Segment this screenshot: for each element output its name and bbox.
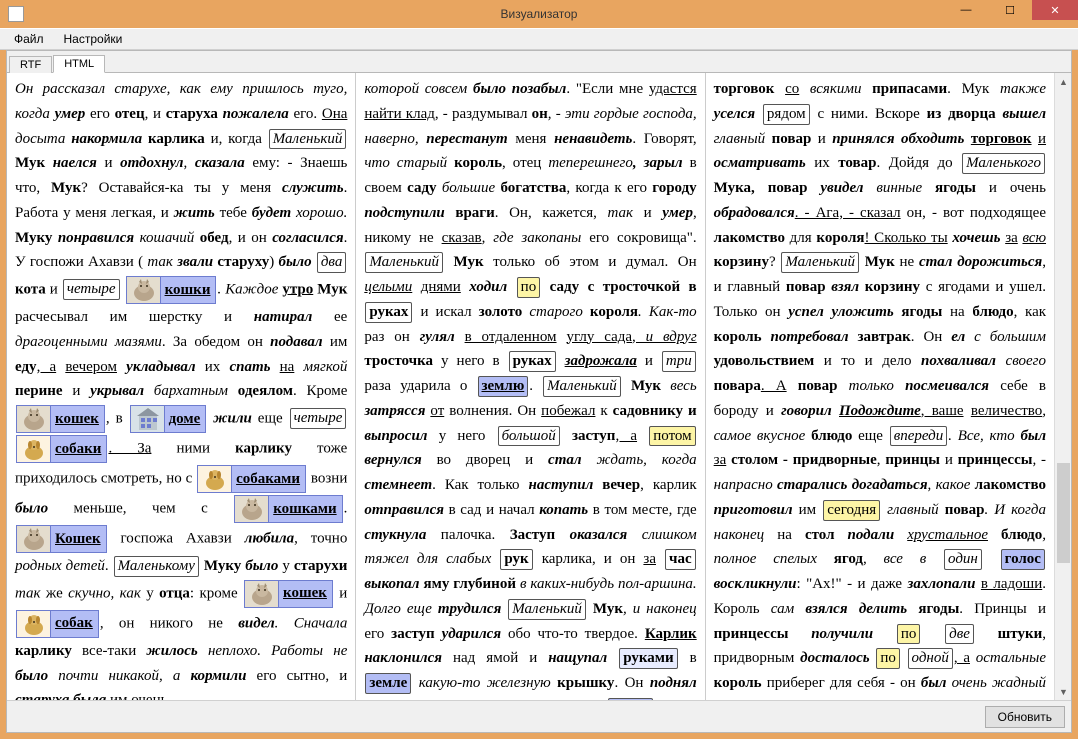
text-columns: Он рассказал старухе, как ему пришлось т… — [7, 73, 1054, 700]
refresh-button[interactable]: Обновить — [985, 706, 1065, 728]
token-odin[interactable]: один — [944, 549, 982, 570]
cat-icon — [17, 406, 51, 432]
token-odnoy[interactable]: одной — [908, 648, 953, 669]
token-bolshoy[interactable]: большой — [498, 426, 560, 447]
chip-koshki[interactable]: кошки — [126, 276, 217, 304]
dog-icon — [198, 466, 232, 492]
token-golos[interactable]: голос — [1001, 549, 1045, 570]
menubar: Файл Настройки — [0, 28, 1078, 50]
chip-koshek[interactable]: кошек — [16, 405, 105, 433]
token-malenkiy2[interactable]: Маленький — [543, 376, 621, 397]
dog-icon — [17, 611, 51, 637]
token-malenkiy[interactable]: Маленький — [781, 252, 859, 273]
token-malenkiy[interactable]: Маленький — [365, 252, 443, 273]
token-chas[interactable]: час — [665, 549, 696, 570]
token-zemle[interactable]: земле — [365, 673, 411, 694]
column-1: Он рассказал старухе, как ему пришлось т… — [7, 73, 356, 700]
scroll-thumb[interactable] — [1057, 463, 1070, 563]
token-potom[interactable]: потом — [649, 426, 695, 447]
menu-file[interactable]: Файл — [4, 30, 54, 48]
token-luny[interactable]: луны — [608, 698, 652, 700]
token-malenkomu[interactable]: Маленькому — [114, 556, 199, 577]
app-window: Визуализатор — ☐ ✕ Файл Настройки RTF HT… — [0, 0, 1078, 739]
token-malenkiy[interactable]: Маленький — [269, 129, 347, 150]
token-segodnya[interactable]: сегодня — [823, 500, 880, 521]
dog-icon — [17, 436, 51, 462]
scroll-down-icon[interactable]: ▼ — [1055, 683, 1071, 700]
footer-bar: Обновить — [7, 700, 1071, 732]
chip-dome[interactable]: доме — [130, 405, 207, 433]
token-rukami[interactable]: руками — [619, 648, 677, 669]
vertical-scrollbar[interactable]: ▲ ▼ — [1054, 73, 1071, 700]
chip-koshek2[interactable]: Кошек — [16, 525, 107, 553]
titlebar: Визуализатор — ☐ ✕ — [0, 0, 1078, 28]
house-icon — [131, 406, 165, 432]
menu-settings[interactable]: Настройки — [54, 30, 133, 48]
cat-icon — [17, 526, 51, 552]
cat-icon — [245, 581, 279, 607]
cat-icon — [127, 277, 161, 303]
cat-icon — [235, 496, 269, 522]
token-dva[interactable]: два — [317, 252, 347, 273]
token-zemlyu[interactable]: землю — [478, 376, 529, 397]
token-chetyre2[interactable]: четыре — [290, 408, 347, 429]
token-po3[interactable]: по — [876, 648, 900, 669]
tabstrip: RTF HTML — [7, 51, 1071, 73]
token-po2[interactable]: по — [897, 624, 921, 645]
token-po[interactable]: по — [517, 277, 541, 298]
token-malenkiy3[interactable]: Маленький — [508, 599, 586, 620]
token-ruk[interactable]: рук — [500, 549, 532, 570]
column-3: торговок со всякими припасами. Мук также… — [706, 73, 1054, 700]
token-rukakh2[interactable]: руках — [509, 351, 556, 372]
chip-sobaki[interactable]: собаки — [16, 435, 107, 463]
client-area: RTF HTML Он рассказал старухе, как ему п… — [6, 50, 1072, 733]
chip-sobakami[interactable]: собаками — [197, 465, 306, 493]
tab-html[interactable]: HTML — [53, 55, 105, 73]
maximize-button[interactable]: ☐ — [988, 0, 1032, 20]
column-2: которой совсем было позабыл. "Если мне у… — [356, 73, 705, 700]
chip-sobak[interactable]: собак — [16, 610, 99, 638]
minimize-button[interactable]: — — [944, 0, 988, 20]
tab-rtf[interactable]: RTF — [9, 56, 52, 73]
token-ryadom[interactable]: рядом — [763, 104, 810, 125]
token-malenkogo[interactable]: Маленького — [962, 153, 1045, 174]
document-viewport: Он рассказал старухе, как ему пришлось т… — [7, 73, 1071, 700]
chip-koshkami[interactable]: кошками — [234, 495, 342, 523]
token-dve[interactable]: две — [945, 624, 974, 645]
token-rukakh[interactable]: руках — [365, 302, 412, 323]
close-button[interactable]: ✕ — [1032, 0, 1078, 20]
token-tri[interactable]: три — [662, 351, 696, 372]
scroll-up-icon[interactable]: ▲ — [1055, 73, 1071, 90]
token-chetyre[interactable]: четыре — [63, 279, 120, 300]
chip-koshek3[interactable]: кошек — [244, 580, 333, 608]
token-vperedi[interactable]: впереди — [890, 426, 948, 447]
window-title: Визуализатор — [501, 7, 578, 21]
window-controls: — ☐ ✕ — [944, 0, 1078, 20]
app-icon — [8, 6, 24, 22]
